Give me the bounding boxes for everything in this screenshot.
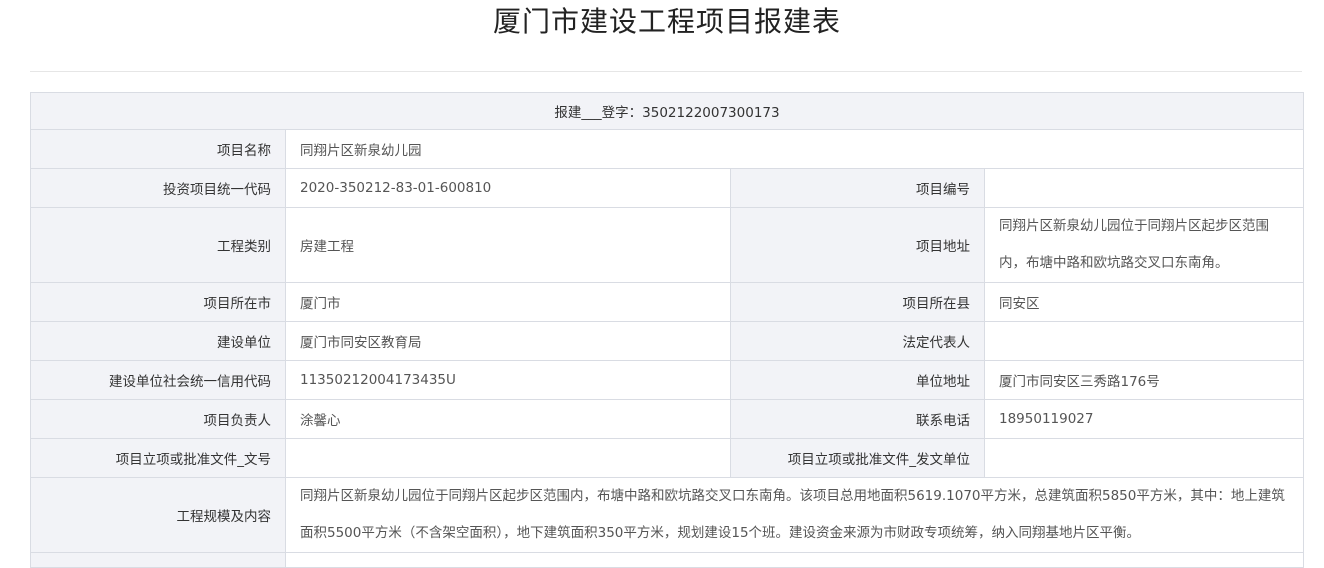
project-no-value	[984, 168, 1304, 208]
credit-code-label: 建设单位社会统一信用代码	[30, 360, 286, 400]
builder-value: 厦门市同安区教育局	[285, 321, 731, 361]
manager-value: 涂馨心	[285, 399, 731, 439]
title-divider	[30, 71, 1302, 72]
table-row: 项目负责人 涂馨心 联系电话 18950119027	[30, 399, 1304, 439]
address-label: 项目地址	[730, 207, 985, 283]
city-label: 项目所在市	[30, 282, 286, 322]
next-row-label	[30, 552, 286, 568]
table-row: 报建___登字：3502122007300173	[30, 92, 1304, 130]
phone-label: 联系电话	[730, 399, 985, 439]
manager-label: 项目负责人	[30, 399, 286, 439]
next-row-value	[285, 552, 1304, 568]
table-row: 工程类别 房建工程 项目地址 同翔片区新泉幼儿园位于同翔片区起步区范围内，布塘中…	[30, 207, 1304, 283]
builder-label: 建设单位	[30, 321, 286, 361]
approval-doc-unit-value	[984, 438, 1304, 478]
table-row: 工程规模及内容 同翔片区新泉幼儿园位于同翔片区起步区范围内，布塘中路和欧坑路交叉…	[30, 477, 1304, 553]
unit-address-value: 厦门市同安区三秀路176号	[984, 360, 1304, 400]
table-row: 投资项目统一代码 2020-350212-83-01-600810 项目编号	[30, 168, 1304, 208]
page-title: 厦门市建设工程项目报建表	[492, 5, 841, 38]
credit-code-value: 11350212004173435U	[285, 360, 731, 400]
scale-label: 工程规模及内容	[30, 477, 286, 553]
scale-value: 同翔片区新泉幼儿园位于同翔片区起步区范围内，布塘中路和欧坑路交叉口东南角。该项目…	[285, 477, 1304, 553]
table-row: 项目名称 同翔片区新泉幼儿园	[30, 129, 1304, 169]
city-value: 厦门市	[285, 282, 731, 322]
invest-code-label: 投资项目统一代码	[30, 168, 286, 208]
table-row: 建设单位社会统一信用代码 11350212004173435U 单位地址 厦门市…	[30, 360, 1304, 400]
approval-doc-no-label: 项目立项或批准文件_文号	[30, 438, 286, 478]
legal-rep-value	[984, 321, 1304, 361]
project-name-value: 同翔片区新泉幼儿园	[285, 129, 1304, 169]
project-no-label: 项目编号	[730, 168, 985, 208]
table-row: 项目立项或批准文件_文号 项目立项或批准文件_发文单位	[30, 438, 1304, 478]
category-label: 工程类别	[30, 207, 286, 283]
category-value: 房建工程	[285, 207, 731, 283]
legal-rep-label: 法定代表人	[730, 321, 985, 361]
project-name-label: 项目名称	[30, 129, 286, 169]
project-registration-table: 报建___登字：3502122007300173 项目名称 同翔片区新泉幼儿园 …	[30, 92, 1304, 568]
county-label: 项目所在县	[730, 282, 985, 322]
table-row: 建设单位 厦门市同安区教育局 法定代表人	[30, 321, 1304, 361]
approval-doc-unit-label: 项目立项或批准文件_发文单位	[730, 438, 985, 478]
address-value: 同翔片区新泉幼儿园位于同翔片区起步区范围内，布塘中路和欧坑路交叉口东南角。	[984, 207, 1304, 283]
unit-address-label: 单位地址	[730, 360, 985, 400]
county-value: 同安区	[984, 282, 1304, 322]
registration-number: 报建___登字：3502122007300173	[30, 92, 1304, 130]
phone-value: 18950119027	[984, 399, 1304, 439]
approval-doc-no-value	[285, 438, 731, 478]
invest-code-value: 2020-350212-83-01-600810	[285, 168, 731, 208]
table-row	[30, 552, 1304, 568]
table-row: 项目所在市 厦门市 项目所在县 同安区	[30, 282, 1304, 322]
